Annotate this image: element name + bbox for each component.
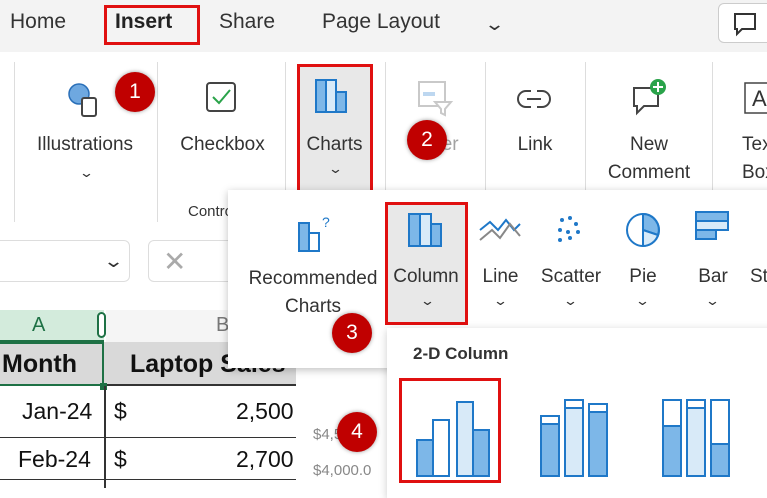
comment-icon [734, 13, 756, 37]
line-chart-button[interactable]: Line ⌄ [473, 202, 528, 324]
100-stacked-column-icon [662, 399, 730, 477]
link-label: Link [517, 134, 553, 155]
more-tabs-chevron-icon[interactable]: ⌄ [484, 14, 505, 35]
step-badge-3: 3 [332, 313, 372, 353]
recommended-label-2: Charts [285, 296, 341, 317]
scatter-label: Scatter [540, 266, 602, 287]
text-box-button[interactable]: A Text Box [722, 70, 767, 190]
line-label: Line [482, 266, 519, 287]
text-box-label: Text [742, 134, 767, 155]
pie-chart-icon [626, 212, 660, 248]
cell-currency[interactable]: $ [114, 398, 127, 425]
chart-axis-label: $4,000.0 [313, 462, 372, 479]
step-badge-4: 4 [337, 412, 377, 452]
stock-label: Stock [750, 266, 767, 287]
scatter-chart-icon [558, 216, 580, 242]
column-chart-submenu: 2-D Column [387, 328, 767, 498]
pie-chart-button[interactable]: Pie ⌄ [613, 202, 673, 324]
text-box-icon: A [744, 82, 767, 114]
tab-share[interactable]: Share [219, 10, 275, 34]
cell-month[interactable]: Feb-24 [18, 446, 91, 473]
checkbox-icon [206, 82, 236, 112]
line-chart-icon [479, 218, 521, 241]
text-box-label-2: Box [742, 162, 767, 183]
chevron-down-icon: ⌄ [492, 293, 509, 308]
svg-text:?: ? [322, 214, 330, 230]
bar-chart-button[interactable]: Bar ⌄ [683, 202, 743, 324]
shapes-icon [68, 83, 97, 117]
checkbox-button[interactable]: Checkbox [170, 70, 275, 170]
stacked-column-option[interactable] [527, 378, 628, 483]
cell-value[interactable]: 2,500 [236, 398, 294, 425]
cell-month[interactable]: Jan-24 [22, 398, 92, 425]
highlight-column [385, 202, 468, 325]
column-resize-handle[interactable] [97, 312, 106, 338]
recommended-charts-icon: ? [298, 214, 330, 252]
bar-label: Bar [698, 266, 728, 287]
column-a-label: A [32, 314, 46, 336]
new-comment-label-2: Comment [607, 162, 691, 183]
new-comment-label: New [629, 134, 668, 155]
link-icon [517, 89, 551, 109]
highlight-clustered-column [399, 378, 501, 483]
header-month: Month [2, 350, 77, 378]
tab-page-layout[interactable]: Page Layout [322, 10, 440, 34]
recommended-label: Recommended [248, 268, 378, 289]
checkbox-label: Checkbox [180, 134, 265, 155]
close-icon: ✕ [163, 246, 187, 277]
submenu-title: 2-D Column [413, 344, 509, 363]
bar-chart-icon [695, 211, 729, 240]
stock-chart-button[interactable]: Stock [750, 202, 767, 324]
comments-button[interactable] [718, 3, 767, 43]
tab-home[interactable]: Home [10, 10, 66, 34]
cell-currency[interactable]: $ [114, 446, 127, 473]
chevron-down-icon: ⌄ [562, 293, 579, 308]
100-stacked-column-option[interactable] [649, 378, 750, 483]
new-comment-icon [633, 79, 666, 116]
stacked-column-icon [540, 399, 608, 477]
column-header-a[interactable]: A [0, 310, 104, 342]
name-box[interactable]: ⌄ [0, 240, 130, 282]
chevron-down-icon: ⌄ [704, 293, 721, 308]
step-badge-1: 1 [115, 72, 155, 112]
cell-value[interactable]: 2,700 [236, 446, 294, 473]
chevron-down-icon: ⌄ [634, 293, 651, 308]
ribbon-tab-bar: Home Insert Share Page Layout ⌄ [0, 0, 767, 52]
step-badge-2: 2 [407, 120, 447, 160]
illustrations-label: Illustrations [36, 134, 134, 155]
highlight-insert [104, 5, 200, 45]
svg-text:A: A [752, 86, 767, 111]
highlight-charts [297, 64, 373, 196]
chevron-down-icon: ⌄ [78, 165, 95, 180]
link-button[interactable]: Link [495, 70, 575, 170]
recommended-charts-button[interactable]: ? Recommended Charts [236, 205, 386, 325]
filter-icon [418, 81, 454, 117]
chevron-down-icon: ⌄ [102, 251, 125, 271]
pie-label: Pie [629, 266, 657, 287]
new-comment-button[interactable]: New Comment [595, 70, 703, 190]
scatter-chart-button[interactable]: Scatter ⌄ [536, 202, 606, 324]
